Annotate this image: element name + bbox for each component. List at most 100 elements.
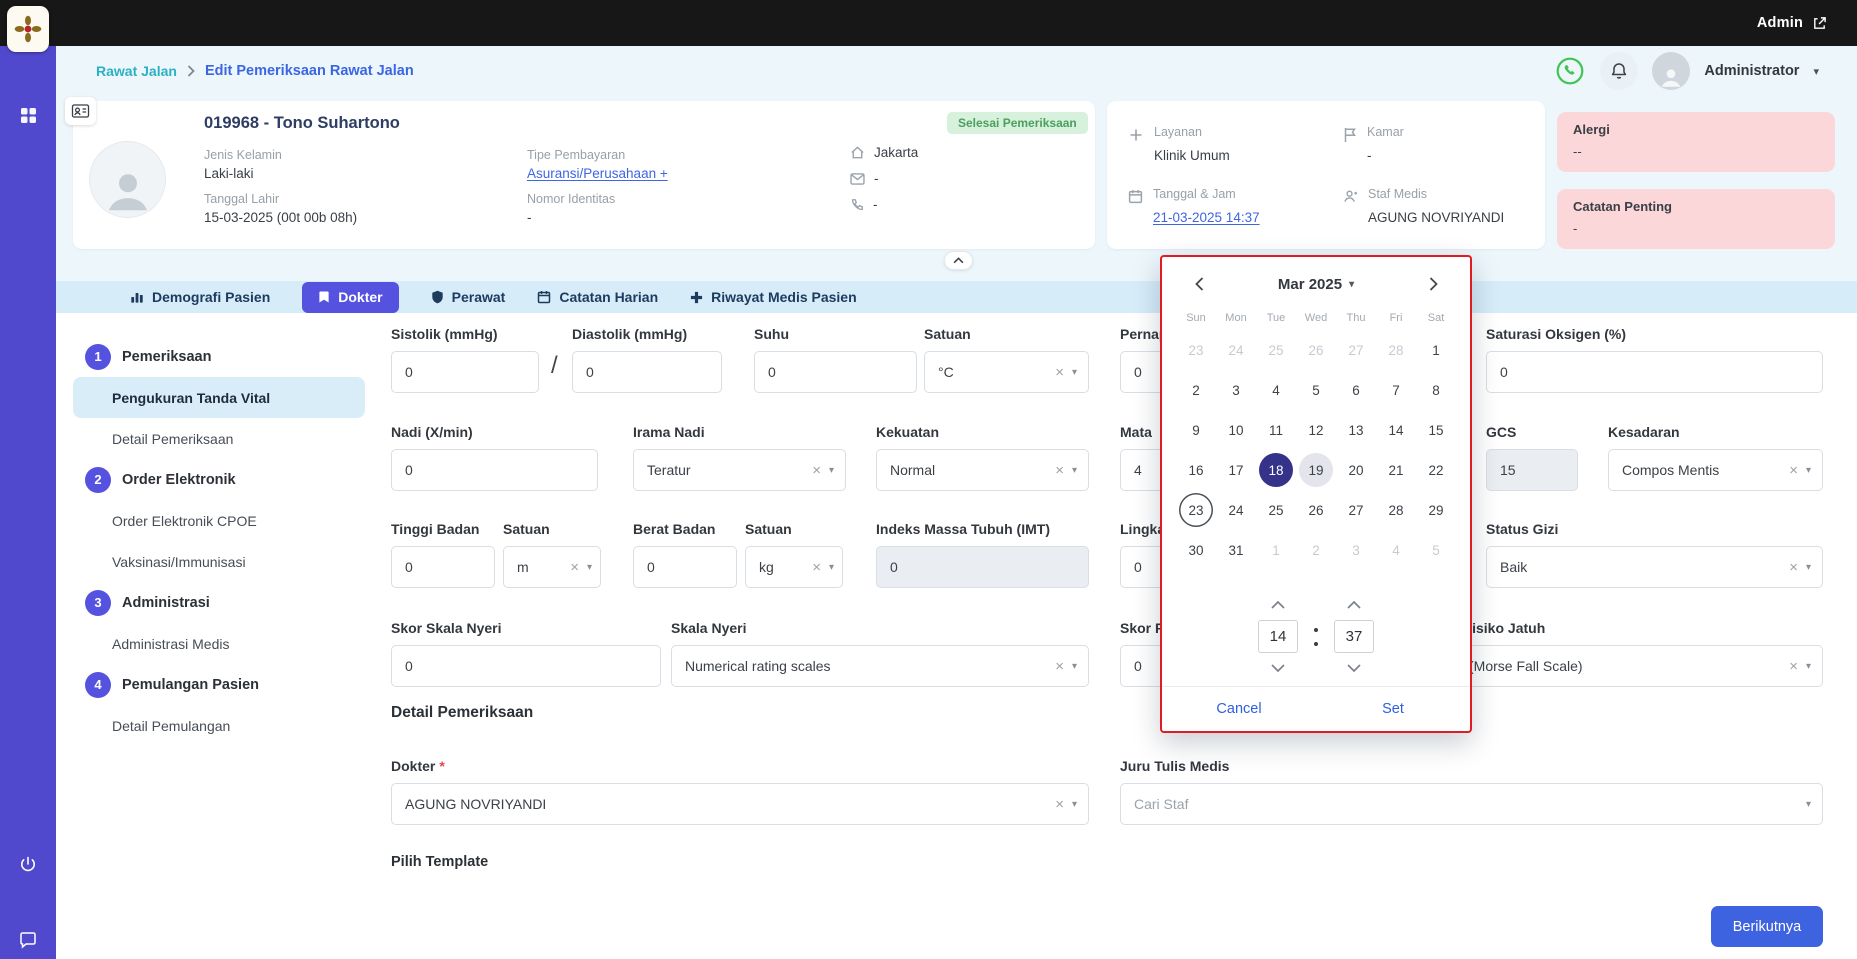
calendar-day[interactable]: 23 (1179, 493, 1213, 527)
calendar-day[interactable]: 30 (1179, 533, 1213, 567)
calendar-day[interactable]: 31 (1219, 533, 1253, 567)
calendar-day[interactable]: 24 (1219, 333, 1253, 367)
calendar-day[interactable]: 1 (1419, 333, 1453, 367)
breadcrumb-rawat-jalan[interactable]: Rawat Jalan (96, 63, 177, 79)
risiko-jatuh-select[interactable]: (Morse Fall Scale) × ▾ (1455, 645, 1823, 687)
calendar-day[interactable]: 28 (1379, 333, 1413, 367)
sidebar-item-pengukuran-tanda-vital[interactable]: Pengukuran Tanda Vital (73, 377, 365, 418)
hour-down-button[interactable] (1265, 661, 1291, 675)
calendar-day[interactable]: 22 (1419, 453, 1453, 487)
month-year-selector[interactable]: Mar 2025 ▾ (1278, 276, 1354, 293)
calendar-day[interactable]: 21 (1379, 453, 1413, 487)
nav-section-order-elektronik[interactable]: 2 Order Elektronik (73, 459, 365, 500)
apps-grid-icon[interactable] (11, 98, 45, 132)
sidebar-item-vaksinasi-immunisasi[interactable]: Vaksinasi/Immunisasi (73, 541, 365, 582)
clear-icon[interactable]: × (1055, 365, 1064, 380)
user-name[interactable]: Administrator (1704, 63, 1799, 79)
external-link-icon[interactable] (1812, 16, 1827, 31)
tab-perawat[interactable]: Perawat (431, 281, 505, 313)
calendar-day[interactable]: 25 (1259, 333, 1293, 367)
calendar-day[interactable]: 8 (1419, 373, 1453, 407)
clear-icon[interactable]: × (1789, 463, 1798, 478)
calendar-day[interactable]: 7 (1379, 373, 1413, 407)
clear-icon[interactable]: × (812, 560, 821, 575)
juru-tulis-select[interactable]: Cari Staf ▾ (1120, 783, 1823, 825)
calendar-day[interactable]: 16 (1179, 453, 1213, 487)
power-icon[interactable] (11, 847, 45, 881)
notifications-button[interactable] (1600, 52, 1639, 90)
tab-dokter[interactable]: Dokter (302, 281, 399, 313)
chevron-down-icon[interactable]: ▾ (1813, 65, 1819, 78)
minute-input[interactable]: 37 (1334, 620, 1374, 653)
calendar-day[interactable]: 26 (1299, 333, 1333, 367)
calendar-day[interactable]: 15 (1419, 413, 1453, 447)
suhu-input[interactable] (754, 351, 917, 393)
calendar-day[interactable]: 14 (1379, 413, 1413, 447)
calendar-day[interactable]: 1 (1259, 533, 1293, 567)
sistolik-input[interactable] (391, 351, 539, 393)
hour-up-button[interactable] (1265, 598, 1291, 612)
calendar-day[interactable]: 27 (1339, 333, 1373, 367)
calendar-day[interactable]: 24 (1219, 493, 1253, 527)
calendar-day[interactable]: 28 (1379, 493, 1413, 527)
tab-riwayat-medis-pasien[interactable]: Riwayat Medis Pasien (690, 281, 857, 313)
calendar-day[interactable]: 17 (1219, 453, 1253, 487)
clear-icon[interactable]: × (812, 463, 821, 478)
skor-nyeri-input[interactable] (391, 645, 661, 687)
payment-type-link[interactable]: Asuransi/Perusahaan + (527, 166, 668, 181)
patient-id-card-button[interactable] (65, 97, 96, 125)
calendar-day[interactable]: 12 (1299, 413, 1333, 447)
calendar-day[interactable]: 10 (1219, 413, 1253, 447)
skala-nyeri-select[interactable]: Numerical rating scales × ▾ (671, 645, 1089, 687)
calendar-day[interactable]: 13 (1339, 413, 1373, 447)
clear-icon[interactable]: × (570, 560, 579, 575)
calendar-day[interactable]: 29 (1419, 493, 1453, 527)
sidebar-item-detail-pemeriksaan[interactable]: Detail Pemeriksaan (73, 418, 365, 459)
chat-icon[interactable] (11, 923, 45, 957)
clear-icon[interactable]: × (1055, 463, 1064, 478)
nav-section-pemeriksaan[interactable]: 1 Pemeriksaan (73, 336, 365, 377)
calendar-day[interactable]: 3 (1339, 533, 1373, 567)
set-button[interactable]: Set (1316, 687, 1470, 731)
collapse-patient-panel-button[interactable] (944, 251, 973, 270)
calendar-day[interactable]: 5 (1299, 373, 1333, 407)
tinggi-badan-input[interactable] (391, 546, 495, 588)
calendar-day[interactable]: 2 (1179, 373, 1213, 407)
kekuatan-select[interactable]: Normal × ▾ (876, 449, 1089, 491)
visit-datetime-link[interactable]: 21-03-2025 14:37 (1153, 210, 1260, 225)
irama-nadi-select[interactable]: Teratur × ▾ (633, 449, 846, 491)
calendar-day[interactable]: 18 (1259, 453, 1293, 487)
next-button[interactable]: Berikutnya (1711, 906, 1823, 947)
berat-satuan-select[interactable]: kg × ▾ (745, 546, 843, 588)
calendar-day[interactable]: 25 (1259, 493, 1293, 527)
user-avatar[interactable] (1652, 52, 1691, 90)
clear-icon[interactable]: × (1055, 797, 1064, 812)
minute-up-button[interactable] (1341, 598, 1367, 612)
tab-catatan-harian[interactable]: Catatan Harian (537, 281, 658, 313)
status-gizi-select[interactable]: Baik × ▾ (1486, 546, 1823, 588)
cancel-button[interactable]: Cancel (1162, 687, 1316, 731)
berat-badan-input[interactable] (633, 546, 737, 588)
calendar-day[interactable]: 27 (1339, 493, 1373, 527)
calendar-day[interactable]: 11 (1259, 413, 1293, 447)
calendar-day[interactable]: 4 (1259, 373, 1293, 407)
clear-icon[interactable]: × (1055, 659, 1064, 674)
calendar-day[interactable]: 4 (1379, 533, 1413, 567)
sidebar-item-order-elektronik-cpoe[interactable]: Order Elektronik CPOE (73, 500, 365, 541)
clear-icon[interactable]: × (1789, 659, 1798, 674)
app-logo[interactable] (7, 6, 49, 52)
nav-section-pemulangan-pasien[interactable]: 4 Pemulangan Pasien (73, 664, 365, 705)
nadi-input[interactable] (391, 449, 598, 491)
prev-month-button[interactable] (1186, 271, 1212, 297)
calendar-day[interactable]: 3 (1219, 373, 1253, 407)
diastolik-input[interactable] (572, 351, 722, 393)
tab-demografi-pasien[interactable]: Demografi Pasien (130, 281, 270, 313)
sidebar-item-administrasi-medis[interactable]: Administrasi Medis (73, 623, 365, 664)
dokter-select[interactable]: AGUNG NOVRIYANDI × ▾ (391, 783, 1089, 825)
saturasi-input[interactable] (1486, 351, 1823, 393)
next-month-button[interactable] (1420, 271, 1446, 297)
calendar-day[interactable]: 20 (1339, 453, 1373, 487)
whatsapp-icon[interactable] (1554, 55, 1586, 87)
minute-down-button[interactable] (1341, 661, 1367, 675)
calendar-day[interactable]: 26 (1299, 493, 1333, 527)
